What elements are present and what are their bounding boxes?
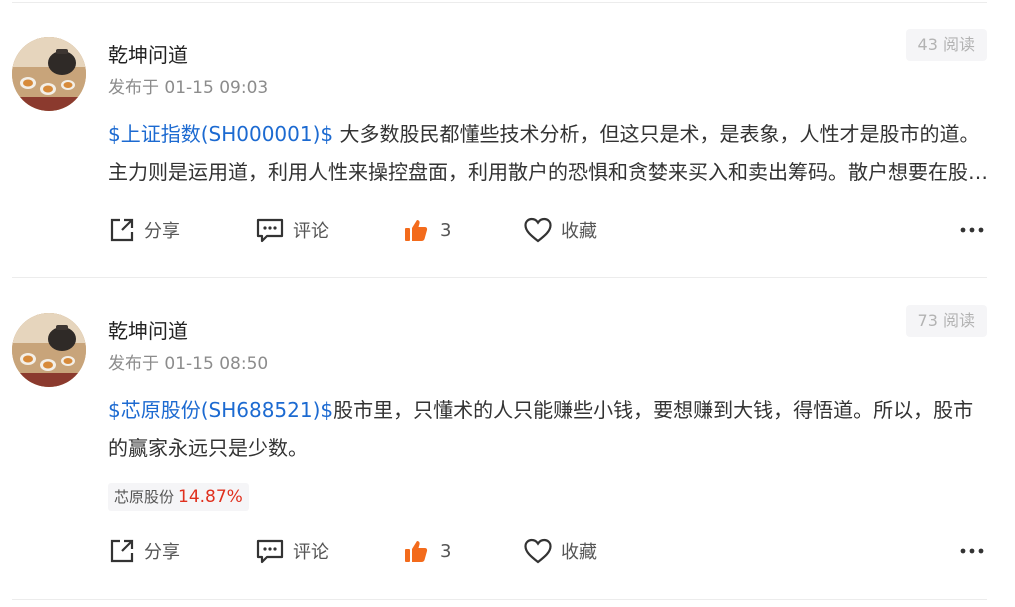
read-count-badge: 73 阅读 xyxy=(905,305,987,337)
author-name[interactable]: 乾坤问道 xyxy=(108,315,188,344)
divider xyxy=(12,599,987,600)
avatar[interactable] xyxy=(12,313,86,387)
comment-icon xyxy=(256,218,284,243)
favorite-label: 收藏 xyxy=(561,542,597,563)
read-count-badge: 43 阅读 xyxy=(905,29,987,61)
share-icon xyxy=(110,539,134,563)
stock-tag[interactable]: 芯原股份 14.87% xyxy=(108,483,249,511)
comment-button[interactable]: 评论 xyxy=(255,531,329,571)
favorite-label: 收藏 xyxy=(561,221,597,242)
avatar-image xyxy=(12,37,86,111)
action-bar: 分享 评论 3 收藏 xyxy=(0,531,1015,571)
publish-time: 发布于 01-15 09:03 xyxy=(108,78,269,98)
comment-label: 评论 xyxy=(293,221,329,242)
more-button[interactable] xyxy=(958,210,986,250)
favorite-icon xyxy=(524,217,552,243)
action-bar: 分享 评论 3 收藏 xyxy=(0,210,1015,250)
like-count: 3 xyxy=(440,219,452,241)
divider xyxy=(12,2,987,3)
like-button[interactable]: 3 xyxy=(404,531,451,571)
stock-tag-name: 芯原股份 xyxy=(114,488,175,506)
more-icon xyxy=(960,548,984,554)
divider xyxy=(12,277,987,278)
stock-link[interactable]: $上证指数(SH000001)$ xyxy=(108,122,333,146)
share-button[interactable]: 分享 xyxy=(108,210,180,250)
publish-time: 发布于 01-15 08:50 xyxy=(108,354,269,374)
more-button[interactable] xyxy=(958,531,986,571)
author-name[interactable]: 乾坤问道 xyxy=(108,39,188,68)
post-content[interactable]: $芯原股份(SH688521)$股市里，只懂术的人只能赚些小钱，要想赚到大钱，得… xyxy=(108,391,988,467)
like-count: 3 xyxy=(440,540,452,562)
share-label: 分享 xyxy=(144,542,180,563)
share-icon xyxy=(110,218,134,242)
like-icon xyxy=(405,220,428,241)
share-button[interactable]: 分享 xyxy=(108,531,180,571)
comment-icon xyxy=(256,539,284,564)
stock-tag-change: 14.87% xyxy=(178,487,243,507)
post-content[interactable]: $上证指数(SH000001)$ 大多数股民都懂些技术分析，但这只是术，是表象，… xyxy=(108,115,988,191)
like-icon xyxy=(405,541,428,562)
share-label: 分享 xyxy=(144,221,180,242)
avatar[interactable] xyxy=(12,37,86,111)
favorite-button[interactable]: 收藏 xyxy=(523,531,597,571)
stock-link[interactable]: $芯原股份(SH688521)$ xyxy=(108,398,333,422)
more-icon xyxy=(960,227,984,233)
favorite-button[interactable]: 收藏 xyxy=(523,210,597,250)
like-button[interactable]: 3 xyxy=(404,210,451,250)
comment-button[interactable]: 评论 xyxy=(255,210,329,250)
avatar-image xyxy=(12,313,86,387)
post-feed: 乾坤问道 发布于 01-15 09:03 43 阅读 $上证指数(SH00000… xyxy=(0,0,1015,607)
favorite-icon xyxy=(524,538,552,564)
comment-label: 评论 xyxy=(293,542,329,563)
